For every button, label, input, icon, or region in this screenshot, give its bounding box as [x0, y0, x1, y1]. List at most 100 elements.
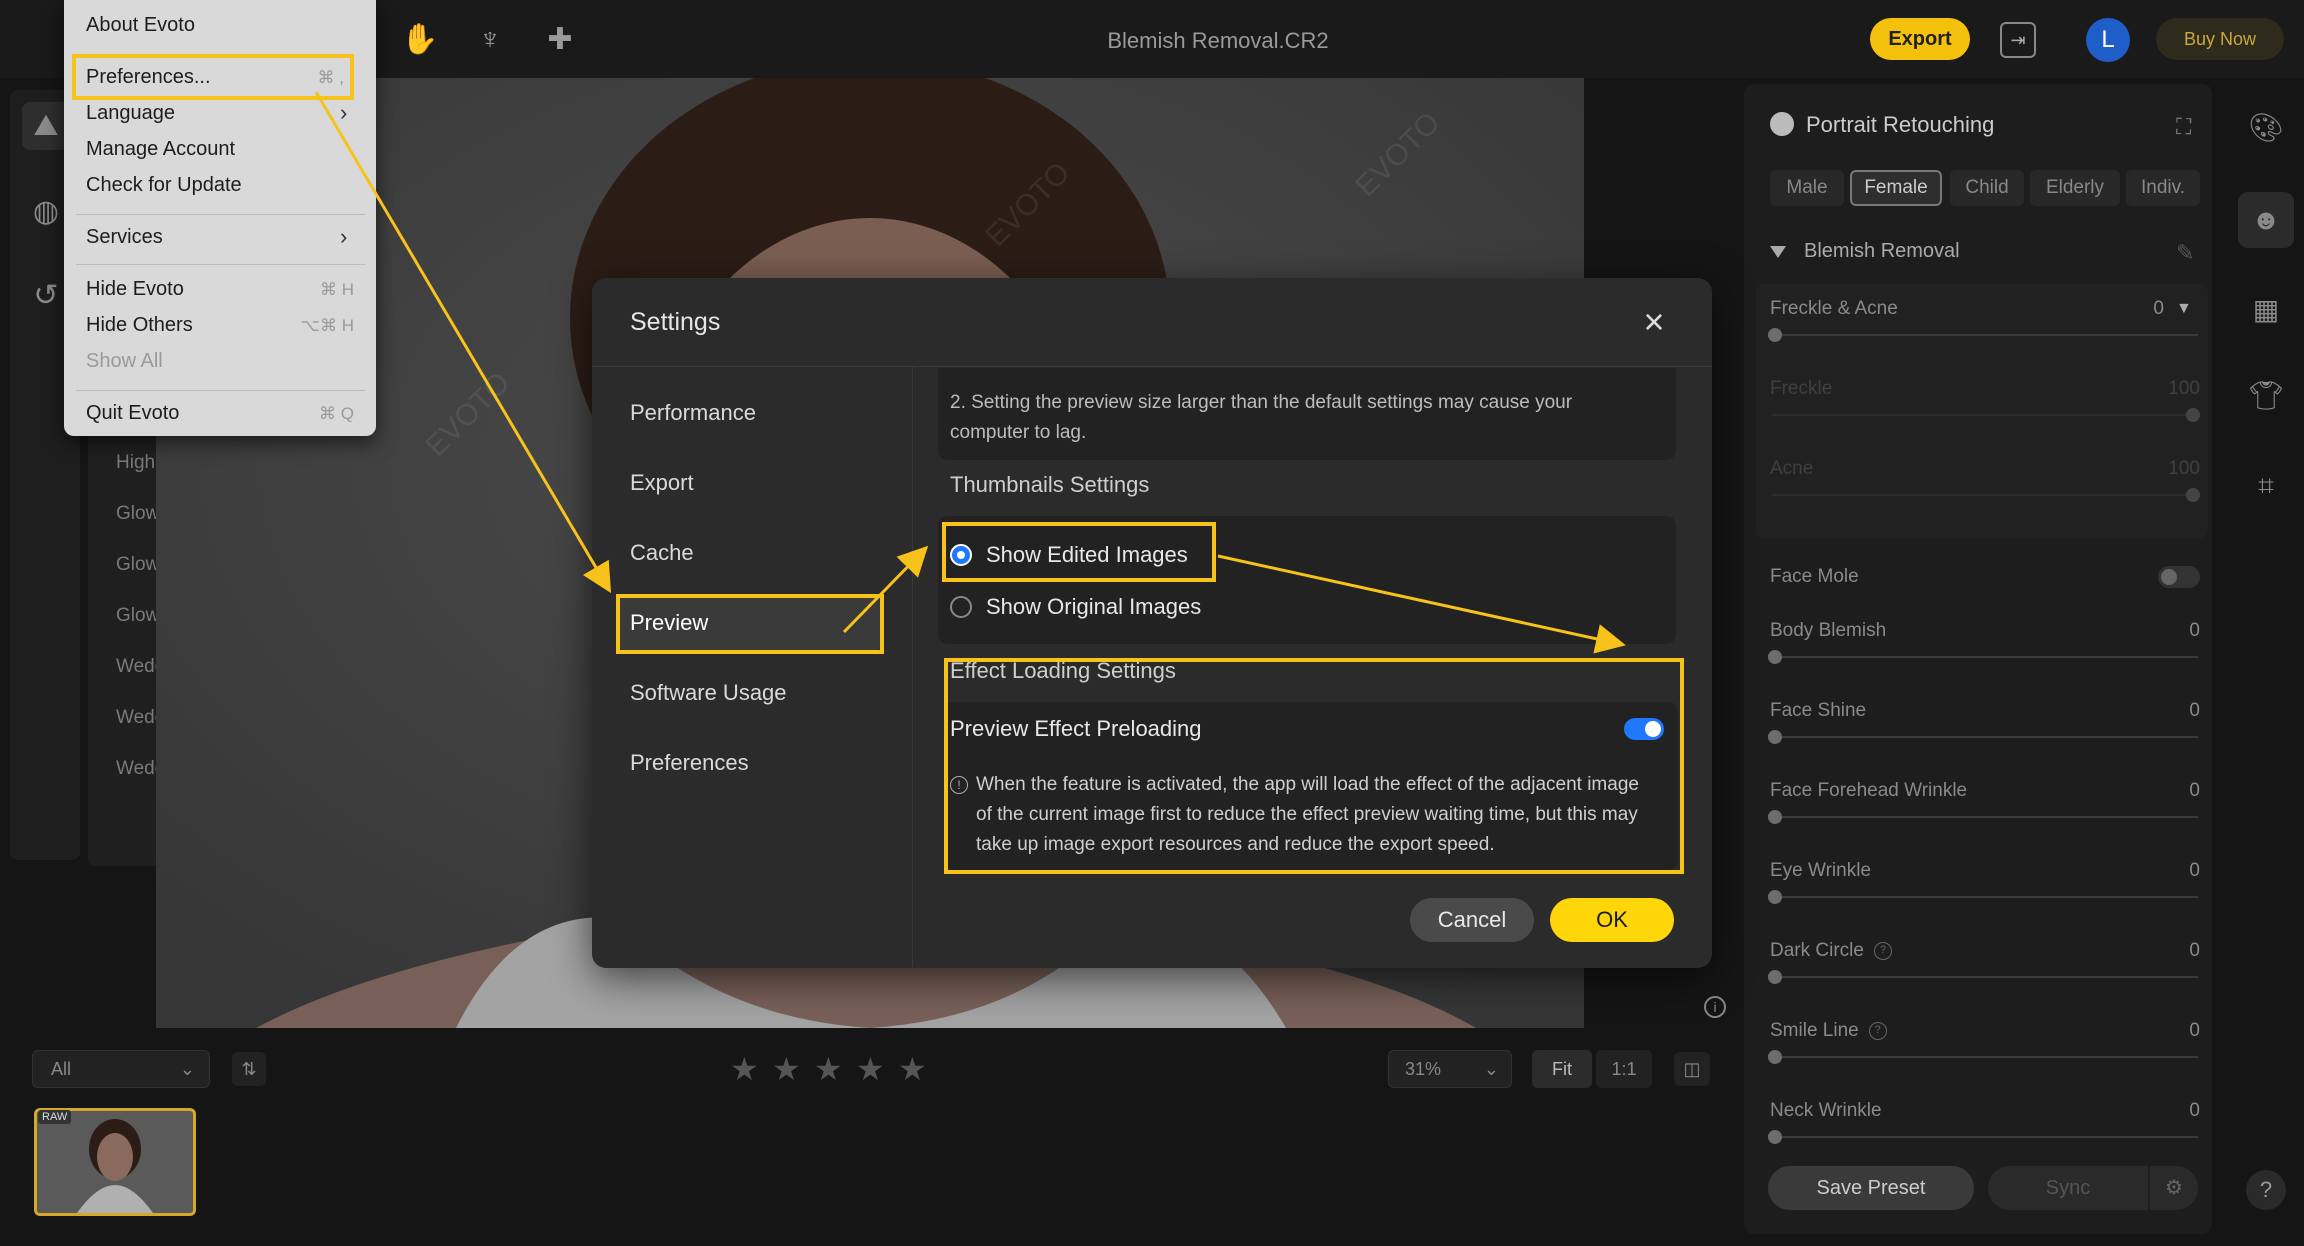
slider-knob[interactable] — [1768, 1050, 1782, 1064]
menu-item-show-all: Show All — [86, 350, 163, 372]
compare-icon[interactable]: ⇥ — [2000, 22, 2036, 58]
face-mole-toggle[interactable] — [2158, 566, 2200, 588]
slider-value: 0 — [2189, 1100, 2200, 1121]
cancel-button[interactable]: Cancel — [1410, 898, 1534, 942]
palette-icon[interactable]: 🎨︎ — [2246, 108, 2286, 148]
slider-label: Face Forehead Wrinkle — [1770, 780, 1968, 801]
slider-track[interactable] — [1772, 334, 2198, 336]
slider-knob[interactable] — [1768, 328, 1782, 342]
menu-shortcut: ⌘ H — [320, 280, 354, 299]
tab-male[interactable]: Male — [1770, 170, 1844, 206]
menu-item-quit[interactable]: Quit Evoto — [86, 402, 179, 425]
close-icon[interactable]: × — [1636, 304, 1672, 340]
filmstrip-thumbnail[interactable] — [34, 1108, 196, 1216]
sort-icon[interactable]: ⇅ — [232, 1052, 266, 1086]
slider-knob[interactable] — [1768, 890, 1782, 904]
split-view-icon[interactable]: ◫ — [1674, 1052, 1710, 1086]
dialog-divider — [592, 366, 1712, 367]
slider-track[interactable] — [1772, 976, 2198, 978]
star-icon[interactable]: ★ — [898, 1050, 927, 1088]
crop-icon[interactable]: ⌗ — [2246, 466, 2286, 506]
info-icon[interactable]: i — [1704, 996, 1726, 1018]
slider-track[interactable] — [1772, 1136, 2198, 1138]
brush-icon[interactable]: ♆ — [470, 20, 510, 60]
export-button[interactable]: Export — [1870, 18, 1970, 60]
filter-dropdown[interactable]: All ⌄ — [32, 1050, 210, 1088]
slider-value: 0 — [2153, 298, 2164, 319]
sync-button[interactable]: Sync — [1988, 1166, 2148, 1210]
buy-now-button[interactable]: Buy Now — [2156, 18, 2284, 60]
radio-show-original[interactable] — [950, 596, 972, 618]
tab-child[interactable]: Child — [1950, 170, 2024, 206]
help-icon[interactable]: ? — [1868, 1021, 1887, 1040]
tab-individual[interactable]: Indiv. — [2126, 170, 2200, 206]
slider-knob[interactable] — [1768, 650, 1782, 664]
star-icon[interactable]: ★ — [730, 1050, 759, 1088]
slider-knob — [2186, 488, 2200, 502]
show-original-label[interactable]: Show Original Images — [986, 594, 1201, 620]
thumbnails-heading: Thumbnails Settings — [950, 472, 1150, 497]
slider-label-smile-line: Smile Line? — [1770, 1020, 1887, 1042]
hand-icon[interactable]: ✋ — [400, 20, 440, 60]
menu-divider — [76, 264, 366, 265]
menu-item-hide-others[interactable]: Hide Others — [86, 314, 193, 337]
slider-track[interactable] — [1772, 656, 2198, 658]
slider-knob[interactable] — [1768, 730, 1782, 744]
star-icon[interactable]: ★ — [814, 1050, 843, 1088]
menu-item-check-update[interactable]: Check for Update — [86, 174, 242, 197]
tab-elderly[interactable]: Elderly — [2030, 170, 2120, 206]
slider-knob[interactable] — [1768, 810, 1782, 824]
face-mole-label: Face Mole — [1770, 566, 1859, 587]
landscape-icon[interactable]: ⛰ — [22, 102, 70, 150]
actual-size-button[interactable]: 1:1 — [1596, 1050, 1652, 1088]
edit-icon[interactable]: ✎ — [2176, 240, 2194, 266]
star-icon[interactable]: ★ — [772, 1050, 801, 1088]
sync-settings-icon[interactable]: ⚙ — [2150, 1166, 2198, 1210]
bandage-icon[interactable]: ✚ — [540, 20, 580, 60]
tab-female[interactable]: Female — [1850, 170, 1942, 206]
zoom-value: 31% — [1405, 1059, 1442, 1079]
menu-item-hide[interactable]: Hide Evoto — [86, 278, 184, 301]
nav-cache[interactable]: Cache — [630, 540, 694, 566]
slider-label: Eye Wrinkle — [1770, 860, 1872, 881]
slider-track[interactable] — [1772, 816, 2198, 818]
menu-shortcut: ⌘ Q — [319, 404, 354, 423]
face-icon[interactable]: ☻ — [2246, 200, 2286, 240]
help-icon[interactable]: ? — [2246, 1170, 2286, 1210]
avatar[interactable]: L — [2086, 18, 2130, 62]
dialog-title: Settings — [630, 308, 721, 336]
section-blemish-removal[interactable]: Blemish Removal — [1770, 240, 1960, 263]
shirt-icon[interactable]: 👕︎ — [2246, 376, 2286, 416]
texture-icon[interactable]: ◍ — [22, 188, 70, 236]
menu-item-about[interactable]: About Evoto — [86, 14, 195, 37]
nav-export[interactable]: Export — [630, 470, 694, 496]
highlight-effect-loading — [944, 658, 1684, 874]
face-icon — [1770, 112, 1794, 136]
slider-knob — [2186, 408, 2200, 422]
zoom-dropdown[interactable]: 31% ⌄ — [1388, 1050, 1512, 1088]
preview-note: 2. Setting the preview size larger than … — [950, 392, 1573, 443]
ok-button[interactable]: OK — [1550, 898, 1674, 942]
texture-icon[interactable]: ▦ — [2246, 290, 2286, 330]
slider-knob[interactable] — [1768, 1130, 1782, 1144]
fit-button[interactable]: Fit — [1532, 1050, 1592, 1088]
caret-down-icon[interactable]: ▼ — [2176, 300, 2192, 318]
nav-preferences[interactable]: Preferences — [630, 750, 749, 776]
slider-knob[interactable] — [1768, 970, 1782, 984]
menu-item-services[interactable]: Services — [86, 226, 163, 249]
nav-software-usage[interactable]: Software Usage — [630, 680, 787, 706]
chevron-right-icon: › — [340, 224, 348, 249]
face-scan-icon[interactable]: ⛶ — [2176, 114, 2191, 140]
slider-value: 0 — [2189, 700, 2200, 721]
slider-track[interactable] — [1772, 896, 2198, 898]
save-preset-button[interactable]: Save Preset — [1768, 1166, 1974, 1210]
menu-item-language[interactable]: Language — [86, 102, 175, 125]
menu-shortcut: ⌥⌘ H — [300, 316, 354, 335]
nav-performance[interactable]: Performance — [630, 400, 756, 426]
slider-track[interactable] — [1772, 1056, 2198, 1058]
history-icon[interactable]: ↺ — [22, 272, 70, 320]
star-icon[interactable]: ★ — [856, 1050, 885, 1088]
help-icon[interactable]: ? — [1873, 941, 1892, 960]
slider-track[interactable] — [1772, 736, 2198, 738]
menu-item-manage-account[interactable]: Manage Account — [86, 138, 235, 161]
